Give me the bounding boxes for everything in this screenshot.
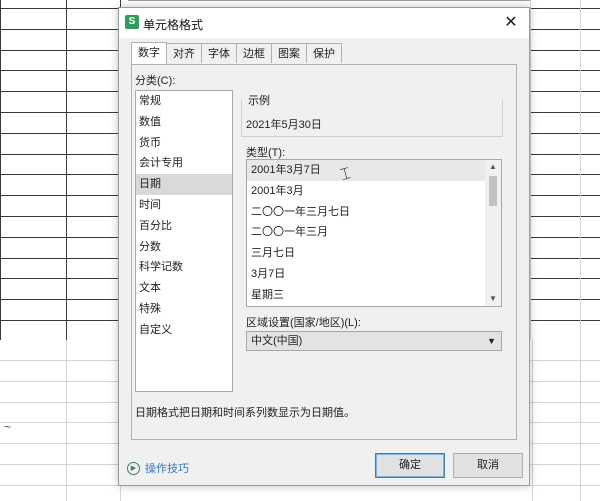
type-item[interactable]: 三月七日 — [247, 243, 487, 264]
sample-value: 2021年5月30日 — [246, 119, 322, 131]
type-item[interactable]: 二〇〇一年三月七日 — [247, 202, 487, 223]
tab-pattern[interactable]: 图案 — [271, 43, 307, 63]
dropdown-arrow-icon[interactable]: ▼ — [487, 332, 496, 350]
type-item[interactable]: 3月7日 — [247, 264, 487, 285]
play-circle-icon: ▶ — [127, 461, 140, 475]
cell-text: ~ — [4, 420, 12, 434]
tab-font[interactable]: 字体 — [201, 43, 237, 63]
tab-border[interactable]: 边框 — [236, 43, 272, 63]
category-list: 常规 数值 货币 会计专用 日期 时间 百分比 分数 科学记数 文本 特殊 自定… — [135, 90, 233, 392]
region-select[interactable]: 中文(中国) ▼ — [246, 331, 502, 351]
format-description: 日期格式把日期和时间系列数显示为日期值。 — [135, 407, 355, 419]
category-item-number[interactable]: 数值 — [136, 112, 232, 133]
sample-label: 示例 — [246, 92, 272, 108]
category-item-currency[interactable]: 货币 — [136, 133, 232, 154]
wps-sheet-icon: S — [125, 15, 139, 29]
category-item-custom[interactable]: 自定义 — [136, 320, 232, 341]
category-item-date[interactable]: 日期 — [136, 174, 232, 195]
tab-bar: 数字 对齐 字体 边框 图案 保护 — [131, 42, 342, 65]
type-item[interactable]: 星期三 — [247, 285, 487, 306]
category-item-fraction[interactable]: 分数 — [136, 237, 232, 258]
type-item[interactable]: 2001年3月 — [247, 181, 487, 202]
type-list: 2001年3月7日 2001年3月 二〇〇一年三月七日 二〇〇一年三月 三月七日… — [246, 159, 502, 307]
category-item-special[interactable]: 特殊 — [136, 299, 232, 320]
tips-label[interactable]: 操作技巧 — [145, 460, 189, 476]
tab-alignment[interactable]: 对齐 — [166, 43, 202, 63]
type-item[interactable]: 二〇〇一年三月 — [247, 222, 487, 243]
category-item-percentage[interactable]: 百分比 — [136, 216, 232, 237]
scroll-down-icon[interactable]: ▼ — [485, 292, 501, 306]
tips-link[interactable]: ▶ 操作技巧 — [127, 460, 189, 476]
type-list-scrollbar[interactable]: ▲ ▼ — [485, 160, 501, 306]
dialog-title: 单元格格式 — [143, 18, 204, 32]
scroll-thumb[interactable] — [489, 176, 497, 206]
format-cells-dialog: S 单元格格式 ✕ 数字 对齐 字体 边框 图案 保护 分类(C): 常规 数值… — [118, 7, 530, 486]
tab-protection[interactable]: 保护 — [306, 43, 342, 63]
tab-number[interactable]: 数字 — [131, 42, 167, 64]
scroll-up-icon[interactable]: ▲ — [485, 160, 501, 174]
category-item-general[interactable]: 常规 — [136, 91, 232, 112]
category-item-text[interactable]: 文本 — [136, 278, 232, 299]
category-item-time[interactable]: 时间 — [136, 195, 232, 216]
cancel-button[interactable]: 取消 — [453, 453, 523, 478]
category-item-accounting[interactable]: 会计专用 — [136, 153, 232, 174]
type-item[interactable]: 2001年3月7日 — [247, 160, 487, 181]
ok-button[interactable]: 确定 — [375, 453, 445, 478]
dialog-titlebar: S 单元格格式 ✕ — [119, 8, 529, 38]
category-label: 分类(C): — [135, 75, 176, 87]
region-select-value: 中文(中国) — [251, 335, 303, 347]
region-label: 区域设置(国家/地区)(L): — [246, 317, 361, 329]
type-label: 类型(T): — [246, 147, 286, 159]
close-icon[interactable]: ✕ — [501, 13, 521, 33]
category-item-scientific[interactable]: 科学记数 — [136, 257, 232, 278]
